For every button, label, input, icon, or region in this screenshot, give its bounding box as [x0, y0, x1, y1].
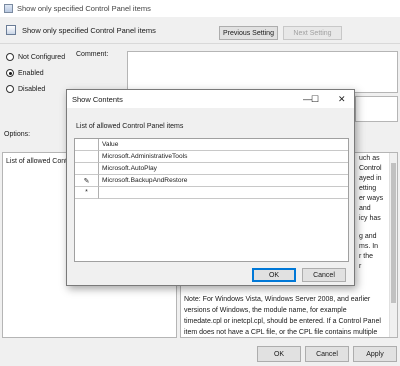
close-icon[interactable]: ✕	[338, 94, 346, 104]
help-fragment: icy has	[359, 215, 381, 222]
policy-title: Show only specified Control Panel items	[22, 26, 156, 35]
help-fragment: g and	[359, 233, 377, 240]
window-title: Show only specified Control Panel items	[17, 4, 151, 13]
row-value[interactable]: Microsoft.BackupAndRestore	[99, 175, 348, 187]
maximize-icon[interactable]: ☐	[311, 94, 319, 104]
help-fragment: er ways	[359, 195, 384, 202]
grid-new-row[interactable]: *	[75, 187, 348, 199]
cancel-button[interactable]: Cancel	[305, 346, 349, 362]
row-selector[interactable]	[75, 163, 99, 175]
grid-row[interactable]: Microsoft.AutoPlay	[75, 163, 348, 175]
comment-label: Comment:	[76, 51, 109, 58]
values-grid: Value Microsoft.AdministrativeTools Micr…	[74, 138, 349, 262]
radio-enabled[interactable]: Enabled	[6, 69, 44, 77]
supported-on-field	[355, 96, 398, 122]
dialog-cancel-button[interactable]: Cancel	[302, 268, 346, 282]
row-selector-new-icon[interactable]: *	[75, 187, 99, 199]
help-fragment: ayed in	[359, 175, 382, 182]
help-fragment: Control	[359, 165, 382, 172]
dialog-list-label: List of allowed Control Panel items	[76, 123, 184, 130]
radio-disabled-label: Disabled	[18, 85, 46, 93]
next-setting-button[interactable]: Next Setting	[283, 26, 342, 40]
dialog-ok-button[interactable]: OK	[252, 268, 296, 282]
policy-app-icon	[4, 4, 13, 13]
apply-button[interactable]: Apply	[353, 346, 397, 362]
dialog-title: Show Contents	[72, 94, 123, 104]
help-scrollbar-thumb[interactable]	[391, 163, 396, 303]
help-note: Note: For Windows Vista, Windows Server …	[184, 296, 381, 336]
grid-header-selector	[75, 139, 99, 151]
row-selector-edit-icon[interactable]: ✎	[75, 175, 99, 187]
radio-enabled-label: Enabled	[18, 69, 44, 77]
policy-header: Show only specified Control Panel items …	[0, 18, 400, 44]
row-value[interactable]: Microsoft.AutoPlay	[99, 163, 348, 175]
help-fragment: r	[359, 263, 362, 270]
row-value[interactable]	[99, 187, 348, 199]
radio-disabled[interactable]: Disabled	[6, 85, 45, 93]
previous-setting-button[interactable]: Previous Setting	[219, 26, 278, 40]
options-label: Options:	[4, 131, 31, 138]
grid-row[interactable]: ✎ Microsoft.BackupAndRestore	[75, 175, 348, 187]
help-fragment: uch as	[359, 155, 380, 162]
row-value[interactable]: Microsoft.AdministrativeTools	[99, 151, 348, 163]
help-fragment: etting	[359, 185, 377, 192]
help-fragment: r the	[359, 253, 374, 260]
policy-setting-icon	[6, 25, 16, 35]
window-titlebar: Show only specified Control Panel items	[0, 0, 400, 17]
ok-button[interactable]: OK	[257, 346, 301, 362]
dialog-titlebar: Show Contents — ☐ ✕	[67, 90, 354, 108]
comment-field[interactable]	[127, 51, 398, 93]
grid-row[interactable]: Microsoft.AdministrativeTools	[75, 151, 348, 163]
grid-header-row: Value	[75, 139, 348, 151]
show-contents-dialog: Show Contents — ☐ ✕ List of allowed Cont…	[66, 89, 355, 286]
radio-not-configured-dot[interactable]	[6, 53, 14, 61]
radio-enabled-dot[interactable]	[6, 69, 14, 77]
radio-not-configured-label: Not Configured	[18, 53, 66, 61]
help-fragment: and	[359, 205, 371, 212]
radio-disabled-dot[interactable]	[6, 85, 14, 93]
grid-column-header: Value	[99, 139, 348, 151]
radio-not-configured[interactable]: Not Configured	[6, 53, 65, 61]
row-selector[interactable]	[75, 151, 99, 163]
help-scrollbar[interactable]	[389, 153, 397, 337]
help-fragment: ms. In	[359, 243, 379, 250]
